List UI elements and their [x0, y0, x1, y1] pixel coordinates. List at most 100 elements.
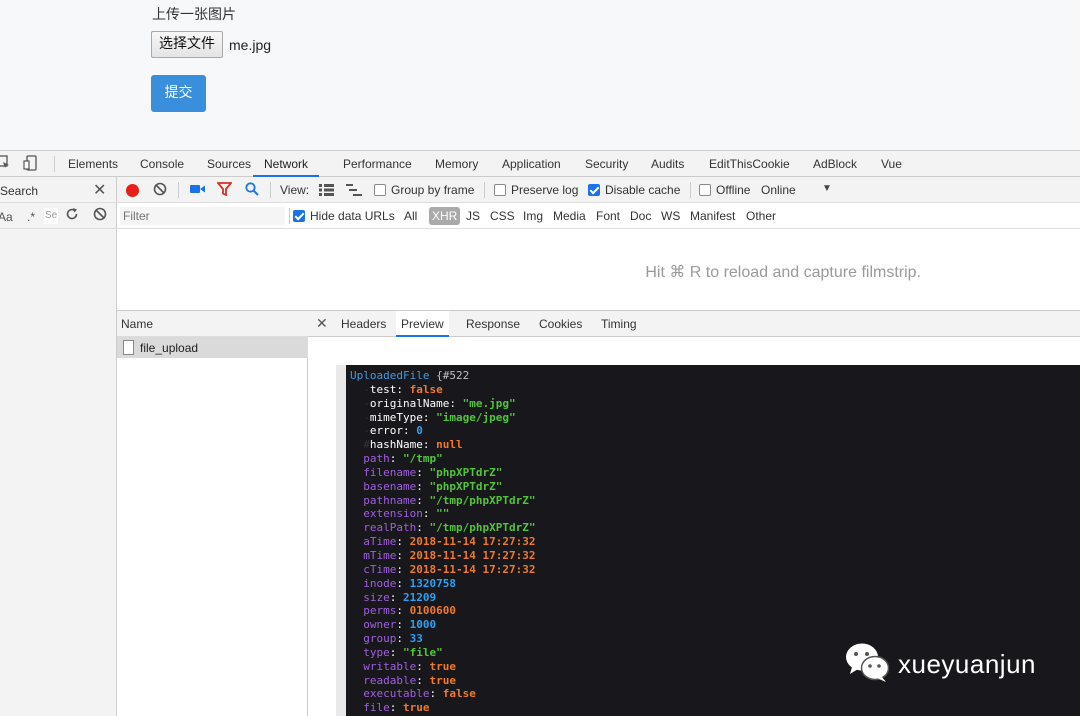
- chevron-down-icon[interactable]: ▼: [822, 183, 832, 194]
- device-toolbar-icon[interactable]: [23, 155, 39, 175]
- filter-type-doc[interactable]: Doc: [630, 209, 651, 223]
- detail-tabs-bar: ✕ Headers Preview Response Cookies Timin…: [308, 311, 1080, 337]
- dump-colon: :: [396, 535, 410, 549]
- checkbox[interactable]: [374, 184, 386, 196]
- filter-type-manifest[interactable]: Manifest: [690, 209, 735, 223]
- tab-security[interactable]: Security: [585, 151, 628, 177]
- refresh-icon[interactable]: [65, 207, 79, 224]
- tab-vue[interactable]: Vue: [881, 151, 902, 177]
- tab-audits[interactable]: Audits: [651, 151, 684, 177]
- filter-type-img[interactable]: Img: [523, 209, 543, 223]
- filter-type-ws[interactable]: WS: [661, 209, 680, 223]
- dump-value: "file": [403, 645, 443, 659]
- dump-colon: :: [396, 548, 410, 562]
- dump-value: 2018-11-14 17:27:32: [409, 548, 536, 562]
- dump-value: true: [403, 701, 430, 715]
- filter-type-css[interactable]: CSS: [490, 209, 515, 223]
- close-icon[interactable]: ✕: [93, 180, 106, 200]
- name-column-header[interactable]: Name: [117, 311, 308, 337]
- dump-value: "/tmp": [403, 452, 443, 466]
- dump-colon: :: [422, 410, 437, 424]
- tab-timing[interactable]: Timing: [596, 311, 642, 337]
- clear-log-icon[interactable]: [153, 182, 167, 199]
- view-label: View:: [280, 183, 310, 197]
- tab-performance[interactable]: Performance: [343, 151, 412, 177]
- hide-data-urls-option[interactable]: Hide data URLs: [293, 209, 395, 223]
- dump-key: hashName: [369, 438, 423, 452]
- dump-line: inode: 1320758: [350, 577, 1080, 591]
- dump-colon: :: [422, 507, 437, 521]
- offline-label: Offline: [716, 183, 751, 197]
- submit-button[interactable]: 提交: [151, 75, 206, 112]
- inspect-element-icon[interactable]: [0, 155, 10, 173]
- screenshot-camera-icon[interactable]: [190, 183, 205, 198]
- dump-line: -test: false: [363, 382, 443, 396]
- record-icon[interactable]: [126, 184, 139, 197]
- close-icon[interactable]: ✕: [316, 315, 328, 332]
- clear-icon[interactable]: [93, 207, 107, 224]
- tab-cookies[interactable]: Cookies: [534, 311, 587, 337]
- filter-type-js[interactable]: JS: [466, 209, 480, 223]
- preserve-log-label: Preserve log: [511, 183, 579, 197]
- waterfall-overview-icon[interactable]: [346, 184, 362, 199]
- filter-input[interactable]: [120, 207, 285, 225]
- filter-type-media[interactable]: Media: [553, 209, 586, 223]
- dump-line: file: true: [350, 701, 1080, 715]
- dump-key: aTime: [363, 535, 397, 549]
- preserve-log-option[interactable]: Preserve log: [494, 183, 578, 197]
- dump-class-name: UploadedFile: [350, 369, 430, 382]
- disable-cache-option[interactable]: Disable cache: [588, 183, 680, 197]
- filter-type-other[interactable]: Other: [746, 209, 776, 223]
- filter-type-font[interactable]: Font: [596, 209, 620, 223]
- offline-option[interactable]: Offline: [699, 183, 750, 197]
- dump-value: 1000: [409, 618, 437, 632]
- hide-data-urls-label: Hide data URLs: [310, 209, 395, 223]
- dump-key: cTime: [363, 562, 397, 576]
- tab-response[interactable]: Response: [461, 311, 525, 337]
- tab-editthiscookie[interactable]: EditThisCookie: [709, 151, 790, 177]
- regex-toggle[interactable]: .*: [27, 210, 35, 224]
- dump-value: "phpXPTdrZ": [429, 479, 503, 493]
- group-by-frame-option[interactable]: Group by frame: [374, 183, 474, 197]
- dump-value: false: [442, 687, 476, 701]
- tab-headers[interactable]: Headers: [336, 311, 391, 337]
- dump-line: basename: "phpXPTdrZ": [350, 480, 1080, 494]
- dump-key: mimeType: [369, 410, 423, 424]
- request-row[interactable]: file_upload: [117, 337, 308, 358]
- throttling-select[interactable]: Online: [761, 183, 796, 197]
- search-input[interactable]: Se: [44, 208, 58, 224]
- dump-value: false: [409, 382, 443, 396]
- checkbox-checked[interactable]: [293, 210, 305, 222]
- tab-elements[interactable]: Elements: [68, 151, 118, 177]
- search-icon[interactable]: [245, 182, 259, 199]
- page-area: 上传一张图片 选择文件 me.jpg 提交: [0, 0, 1080, 150]
- tab-preview[interactable]: Preview: [396, 311, 449, 337]
- filter-type-xhr[interactable]: XHR: [429, 207, 461, 225]
- search-sidebar: Search ✕ Aa .* Se: [0, 177, 117, 716]
- dump-value: "/tmp/phpXPTdrZ": [429, 521, 536, 535]
- choose-file-button[interactable]: 选择文件: [151, 31, 223, 58]
- checkbox[interactable]: [699, 184, 711, 196]
- tab-memory[interactable]: Memory: [435, 151, 478, 177]
- request-name: file_upload: [140, 341, 199, 355]
- large-rows-icon[interactable]: [319, 184, 334, 199]
- dump-line: #hashName: null: [363, 438, 463, 452]
- dump-object-id: #522: [442, 369, 470, 382]
- dump-key: inode: [363, 576, 397, 590]
- tab-sources[interactable]: Sources: [207, 151, 251, 177]
- checkbox-checked[interactable]: [588, 184, 600, 196]
- tab-network[interactable]: Network: [253, 151, 320, 177]
- dump-key: perms: [363, 604, 397, 618]
- filter-icon[interactable]: [216, 182, 233, 199]
- name-header-label: Name: [121, 317, 154, 331]
- tab-adblock[interactable]: AdBlock: [813, 151, 857, 177]
- search-label: Search: [0, 184, 39, 198]
- filter-type-all[interactable]: All: [404, 209, 417, 223]
- tab-console[interactable]: Console: [140, 151, 184, 177]
- match-case-toggle[interactable]: Aa: [0, 210, 13, 224]
- disable-cache-label: Disable cache: [605, 183, 681, 197]
- tab-application[interactable]: Application: [502, 151, 561, 177]
- dump-line: owner: 1000: [350, 618, 1080, 632]
- checkbox[interactable]: [494, 184, 506, 196]
- dump-value: "image/jpeg": [436, 410, 516, 424]
